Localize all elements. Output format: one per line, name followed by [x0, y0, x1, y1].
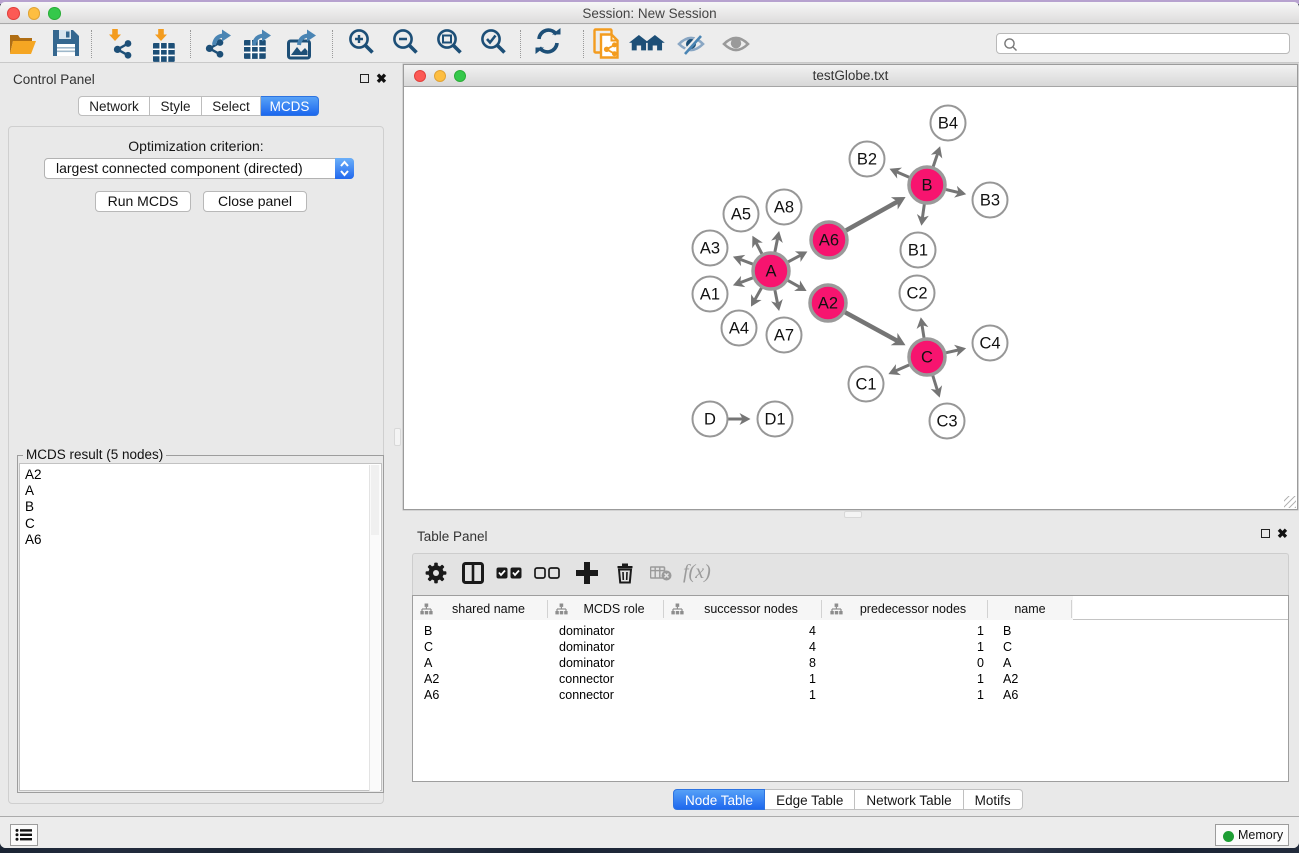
svg-text:A2: A2: [818, 295, 838, 313]
svg-text:A: A: [765, 263, 776, 281]
svg-text:B2: B2: [857, 151, 877, 169]
svg-text:B: B: [921, 177, 932, 195]
svg-text:C3: C3: [936, 413, 957, 431]
svg-text:A4: A4: [729, 320, 749, 338]
svg-text:A8: A8: [774, 199, 794, 217]
svg-text:C2: C2: [906, 285, 927, 303]
svg-text:A1: A1: [700, 286, 720, 304]
svg-text:B4: B4: [938, 115, 958, 133]
svg-text:A7: A7: [774, 327, 794, 345]
svg-text:C: C: [921, 349, 933, 367]
svg-text:D1: D1: [764, 411, 785, 429]
svg-text:A5: A5: [731, 206, 751, 224]
svg-text:B3: B3: [980, 192, 1000, 210]
svg-text:C1: C1: [855, 376, 876, 394]
svg-text:A3: A3: [700, 240, 720, 258]
svg-text:A6: A6: [819, 232, 839, 250]
svg-text:B1: B1: [908, 242, 928, 260]
svg-text:D: D: [704, 411, 716, 429]
svg-text:f(x): f(x): [683, 562, 711, 583]
svg-text:C4: C4: [979, 335, 1000, 353]
